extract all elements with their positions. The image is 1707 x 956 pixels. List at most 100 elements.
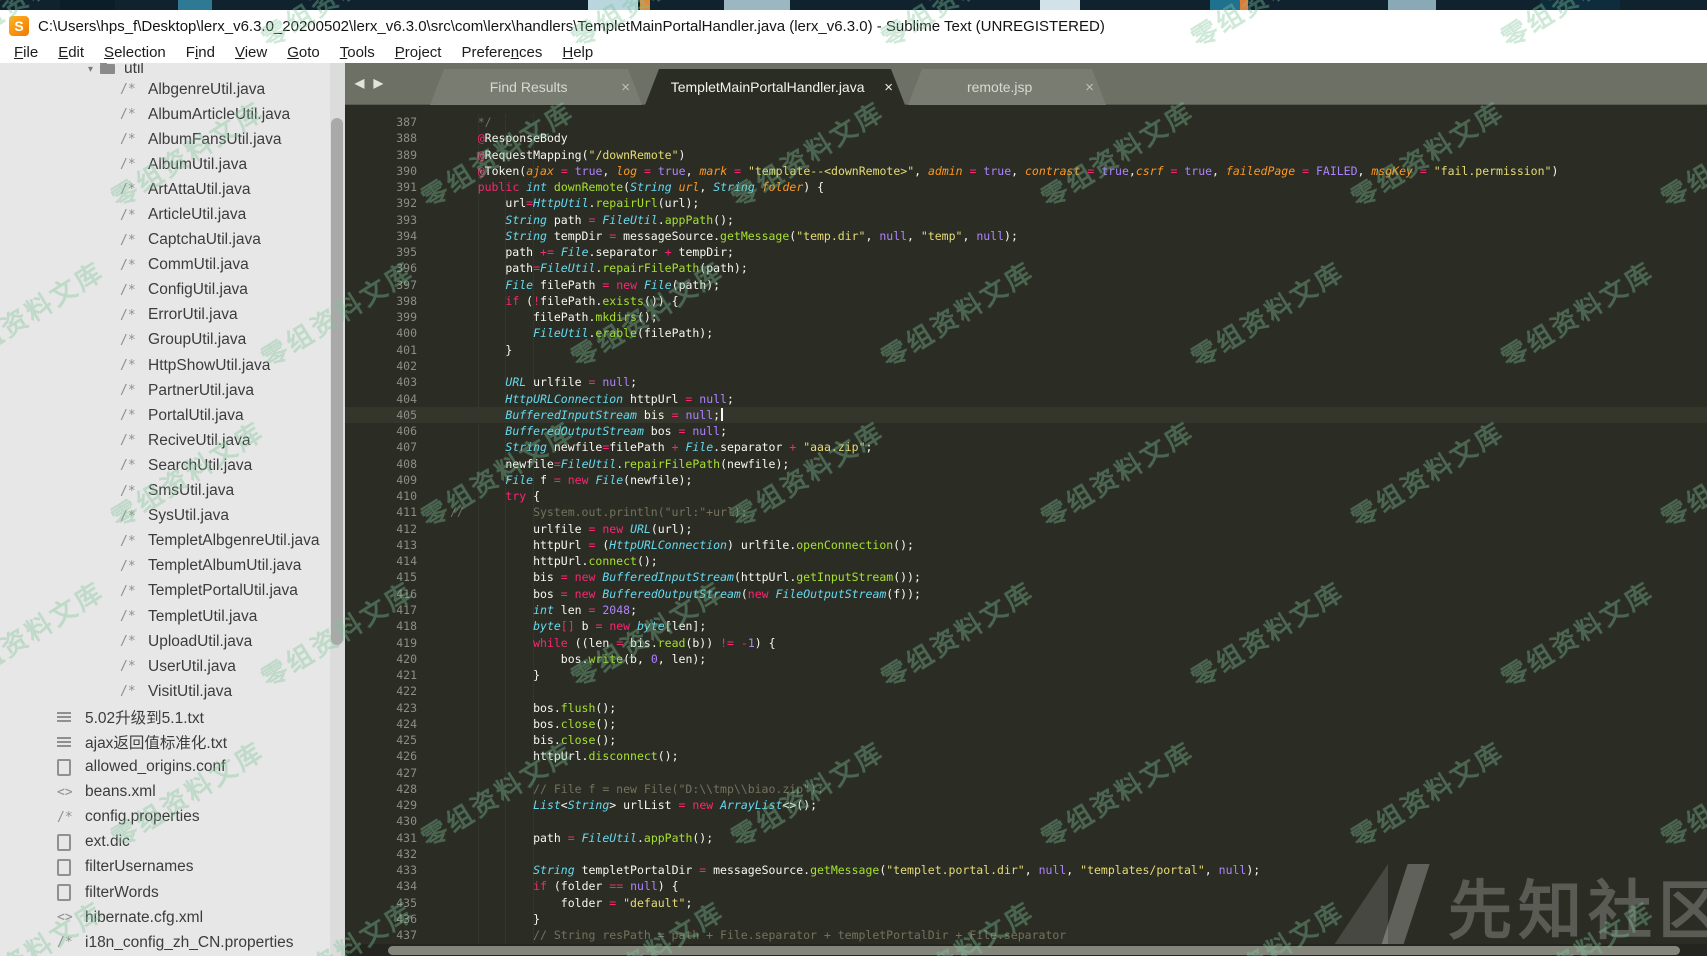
sidebar-item[interactable]: /* ArtAttaUtil.java	[0, 177, 345, 202]
file-name: TempletAlbumUtil.java	[148, 557, 302, 575]
horizontal-scrollbar[interactable]	[345, 944, 1707, 956]
code-line: 411// System.out.println("url:"+url);	[345, 504, 1707, 520]
menu-goto[interactable]: Goto	[277, 44, 330, 61]
sidebar-item[interactable]: /* VisitUtil.java	[0, 679, 345, 704]
sidebar-item[interactable]: /* AlbumArticleUtil.java	[0, 102, 345, 127]
tab-scroll-left-icon[interactable]: ◀	[355, 76, 364, 90]
sidebar-folder-util[interactable]: ▾ util	[0, 63, 345, 77]
line-number: 426	[396, 749, 417, 764]
sidebar-item[interactable]: /* PortalUtil.java	[0, 403, 345, 428]
code-line: 424 bos.close();	[345, 716, 1707, 732]
sidebar-item[interactable]: 5.02升级到5.1.txt	[0, 704, 345, 729]
line-number: 422	[396, 684, 417, 699]
sidebar-item[interactable]: ajax返回值标准化.txt	[0, 729, 345, 754]
sidebar-item[interactable]: /* ReciveUtil.java	[0, 428, 345, 453]
sidebar-item[interactable]: /* PartnerUtil.java	[0, 378, 345, 403]
tab-scroll-right-icon[interactable]: ▶	[374, 76, 383, 90]
folder-expand-arrow-icon[interactable]: ▾	[88, 64, 93, 75]
sidebar-item[interactable]: /* UserUtil.java	[0, 654, 345, 679]
sidebar-item[interactable]: /* ArticleUtil.java	[0, 202, 345, 227]
line-number: 423	[396, 700, 417, 715]
line-number: 434	[396, 879, 417, 894]
menu-edit[interactable]: Edit	[48, 44, 94, 61]
sidebar-item[interactable]: /* config.properties	[0, 805, 345, 830]
code-line: 431 path = FileUtil.appPath();	[345, 830, 1707, 846]
menu-selection[interactable]: Selection	[94, 44, 176, 61]
sidebar-item[interactable]: ext.dic	[0, 830, 345, 855]
sidebar-item[interactable]: /* TempletPortalUtil.java	[0, 579, 345, 604]
sidebar-item[interactable]: /* UploadUtil.java	[0, 629, 345, 654]
line-number: 435	[396, 895, 417, 910]
file-name: SearchUtil.java	[148, 456, 253, 474]
code-editor[interactable]: 387 */388 @ResponseBody 389 @RequestMappi…	[345, 105, 1707, 956]
sidebar-item[interactable]: /* ErrorUtil.java	[0, 303, 345, 328]
sidebar-item[interactable]: /* CommUtil.java	[0, 253, 345, 278]
menu-help[interactable]: Help	[552, 44, 603, 61]
menu-tools[interactable]: Tools	[330, 44, 385, 61]
close-tab-icon[interactable]: ×	[1085, 79, 1094, 96]
line-number: 395	[396, 245, 417, 260]
file-name: TempletPortalUtil.java	[148, 582, 298, 600]
sidebar-item[interactable]: /* SearchUtil.java	[0, 453, 345, 478]
file-name: PortalUtil.java	[148, 406, 244, 424]
menu-view[interactable]: View	[225, 44, 277, 61]
tab-label: Find Results	[489, 79, 568, 95]
tab-templetmainportalhandler-java[interactable]: TempletMainPortalHandler.java ×	[645, 69, 905, 105]
sidebar-item[interactable]: <> hibernate.cfg.xml	[0, 905, 345, 930]
horizontal-scrollbar-thumb[interactable]	[388, 945, 1680, 955]
sidebar-item[interactable]: /* HttpShowUtil.java	[0, 353, 345, 378]
file-name: beans.xml	[85, 783, 156, 801]
sidebar-item[interactable]: /* AlbgenreUtil.java	[0, 77, 345, 102]
file-name: ArticleUtil.java	[148, 206, 247, 224]
sidebar-item[interactable]: /* i18n_config_zh_CN.properties	[0, 930, 345, 955]
line-number: 396	[396, 261, 417, 276]
sidebar-item[interactable]: <> beans.xml	[0, 780, 345, 805]
code-line: 397 File filePath = new File(path);	[345, 277, 1707, 293]
file-name: AlbumFansUtil.java	[148, 130, 282, 148]
sidebar-item[interactable]: filterUsernames	[0, 855, 345, 880]
code-line: 394 String tempDir = messageSource.getMe…	[345, 228, 1707, 244]
menu-preferences[interactable]: Preferences	[451, 44, 552, 61]
source-file-icon: /*	[120, 282, 136, 298]
sidebar-item[interactable]: filterWords	[0, 880, 345, 905]
menu-find[interactable]: Find	[176, 44, 225, 61]
line-number: 392	[396, 196, 417, 211]
file-name: ajax返回值标准化.txt	[85, 734, 228, 752]
sidebar-item[interactable]: /* TempletUtil.java	[0, 604, 345, 629]
sidebar-item[interactable]: /* ConfigUtil.java	[0, 278, 345, 303]
sidebar-item[interactable]: /* SmsUtil.java	[0, 479, 345, 504]
sidebar-item[interactable]: /* TempletAlbgenreUtil.java	[0, 529, 345, 554]
line-number: 436	[396, 912, 417, 927]
menu-file[interactable]: File	[4, 44, 48, 61]
sidebar-item[interactable]: allowed_origins.conf	[0, 755, 345, 780]
menu-project[interactable]: Project	[385, 44, 452, 61]
sidebar-item[interactable]: /* CaptchaUtil.java	[0, 228, 345, 253]
code-line: 387 */	[345, 114, 1707, 130]
tab-find-results[interactable]: Find Results ×	[430, 69, 642, 105]
sidebar-scrollbar-thumb[interactable]	[331, 118, 343, 645]
code-line: 389 @RequestMapping("/downRemote")	[345, 147, 1707, 163]
line-number: 431	[396, 830, 417, 845]
tab-remote-jsp[interactable]: remote.jsp ×	[908, 69, 1106, 105]
sidebar-item[interactable]: /* AlbumFansUtil.java	[0, 127, 345, 152]
close-tab-icon[interactable]: ×	[884, 79, 893, 96]
sidebar-scrollbar[interactable]	[330, 63, 345, 956]
file-name: AlbgenreUtil.java	[148, 80, 266, 98]
sidebar-item[interactable]: /* AlbumUtil.java	[0, 152, 345, 177]
file-name: CaptchaUtil.java	[148, 231, 261, 249]
file-name: ReciveUtil.java	[148, 431, 251, 449]
file-name: ConfigUtil.java	[148, 281, 248, 299]
source-file-icon: /*	[120, 508, 136, 524]
sidebar-item[interactable]: /* TempletAlbumUtil.java	[0, 554, 345, 579]
code-line: 428 // File f = new File("D:\\tmp\\biao.…	[345, 781, 1707, 797]
folder-name: util	[124, 63, 144, 77]
sidebar-item[interactable]: /* SysUtil.java	[0, 504, 345, 529]
code-line: 427	[345, 765, 1707, 781]
line-number: 433	[396, 863, 417, 878]
line-number: 412	[396, 521, 417, 536]
sidebar-item[interactable]: /* GroupUtil.java	[0, 328, 345, 353]
line-number: 401	[396, 342, 417, 357]
file-name: HttpShowUtil.java	[148, 356, 271, 374]
close-tab-icon[interactable]: ×	[621, 79, 630, 96]
line-number: 387	[396, 115, 417, 129]
